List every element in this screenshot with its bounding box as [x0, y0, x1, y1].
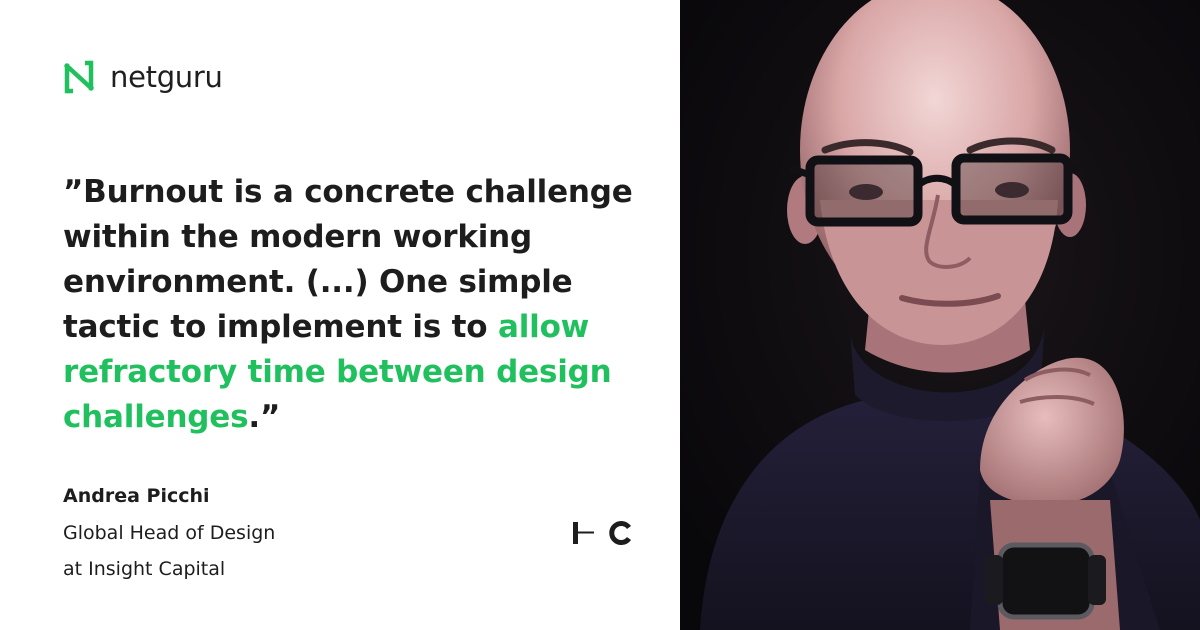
- portrait-illustration: [680, 0, 1200, 630]
- insight-capital-logo-icon: [573, 521, 632, 545]
- netguru-logo: netguru: [62, 60, 223, 94]
- portrait-photo: [680, 0, 1200, 630]
- quote-text: ”Burnout is a concrete challenge within …: [63, 170, 643, 440]
- quote-part-2: .”: [248, 399, 281, 435]
- author-role: Global Head of Design at Insight Capital: [63, 515, 275, 587]
- author-name: Andrea Picchi: [63, 485, 210, 507]
- author-role-line-1: Global Head of Design: [63, 522, 276, 544]
- author-role-line-2: at Insight Capital: [63, 558, 226, 580]
- logo-text: netguru: [110, 59, 223, 94]
- netguru-n-icon: [63, 60, 95, 94]
- quote-card: netguru ”Burnout is a concrete challenge…: [0, 0, 680, 630]
